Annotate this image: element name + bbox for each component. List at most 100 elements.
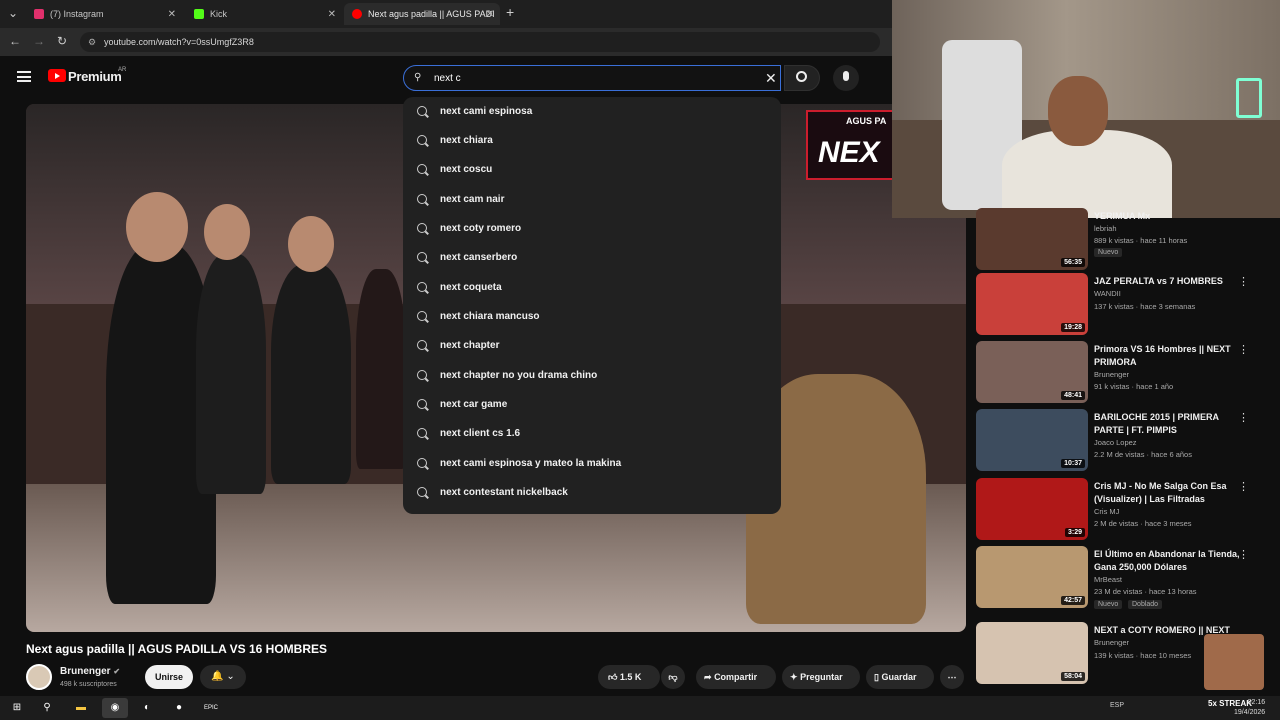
channel-name[interactable]: Brunenger ✔ — [60, 666, 120, 677]
menu-icon[interactable] — [17, 71, 31, 82]
video-thumbnail[interactable]: 42:57 — [976, 546, 1088, 608]
recommendation-item[interactable]: 19:28 JAZ PERALTA vs 7 HOMBRES WANDII 13… — [976, 273, 1276, 337]
search-icon — [417, 370, 427, 380]
ask-button[interactable]: ✦ Preguntar — [782, 665, 860, 689]
video-thumbnail[interactable]: 56:35 — [976, 208, 1088, 270]
save-button[interactable]: ▯ Guardar — [866, 665, 934, 689]
suggestion-item[interactable]: next chapter — [403, 332, 781, 361]
instagram-icon — [34, 9, 44, 19]
suggestion-item[interactable]: next canserbero — [403, 244, 781, 273]
recommendation-title[interactable]: YERIMUA Mx — [1094, 210, 1244, 223]
suggestion-item[interactable]: next chiara mancuso — [403, 303, 781, 332]
notifications-button[interactable]: 🔔 ⌄ — [200, 665, 246, 689]
search-icon — [417, 282, 427, 292]
join-button[interactable]: Unirse — [145, 665, 193, 689]
brand-label[interactable]: Premium — [68, 69, 122, 84]
video-figure — [196, 254, 266, 494]
epic-games-icon[interactable]: EPIC — [198, 698, 224, 718]
recommendation-title[interactable]: BARILOCHE 2015 | PRIMERA PARTE | FT. PIM… — [1094, 411, 1244, 437]
video-thumbnail[interactable]: 3:29 — [976, 478, 1088, 540]
tab-kick[interactable]: Kick ✕ — [186, 3, 342, 25]
new-tab-button[interactable]: + — [506, 4, 514, 20]
close-tab-icon[interactable]: ✕ — [486, 9, 494, 20]
recommendation-item[interactable]: 48:41 Primora VS 16 Hombres || NEXT PRIM… — [976, 341, 1276, 405]
close-tab-icon[interactable]: ✕ — [328, 9, 336, 20]
recommendation-title[interactable]: JAZ PERALTA vs 7 HOMBRES — [1094, 275, 1244, 288]
video-thumbnail[interactable]: 58:04 — [976, 622, 1088, 684]
dubbed-badge: Doblado — [1128, 600, 1163, 609]
voice-search-button[interactable] — [833, 65, 859, 91]
obs-icon[interactable]: ● — [166, 698, 192, 718]
search-icon[interactable]: ⚲ — [34, 698, 60, 718]
recommendation-item[interactable]: 10:37 BARILOCHE 2015 | PRIMERA PARTE | F… — [976, 409, 1276, 473]
close-tab-icon[interactable]: ✕ — [168, 9, 176, 20]
suggestion-item[interactable]: next chiara — [403, 127, 781, 156]
recommendation-channel[interactable]: Joaco Lopez — [1094, 438, 1137, 447]
recommendation-title[interactable]: Primora VS 16 Hombres || NEXT PRIMORA — [1094, 343, 1244, 369]
search-button[interactable] — [784, 65, 820, 91]
youtube-logo-icon[interactable] — [48, 69, 66, 82]
share-button[interactable]: ➦ Compartir — [696, 665, 776, 689]
video-thumbnail[interactable]: 10:37 — [976, 409, 1088, 471]
more-options-icon[interactable]: ⋮ — [1238, 343, 1249, 356]
site-info-icon[interactable]: ⚙ — [88, 32, 96, 52]
search-icon — [417, 223, 427, 233]
suggestion-item[interactable]: next client cs 1.6 — [403, 420, 781, 449]
video-thumbnail[interactable]: 48:41 — [976, 341, 1088, 403]
recommendation-title[interactable]: El Último en Abandonar la Tienda, Gana 2… — [1094, 548, 1244, 574]
tab-youtube[interactable]: Next agus padilla || AGUS PADI ✕ — [344, 3, 500, 25]
recommendation-item[interactable]: 3:29 Cris MJ - No Me Salga Con Esa (Visu… — [976, 478, 1276, 542]
recommendation-channel[interactable]: lebriah — [1094, 224, 1117, 233]
like-button[interactable]: 👍︎ 1.5 K — [598, 665, 660, 689]
video-thumbnail[interactable]: 19:28 — [976, 273, 1088, 335]
recommendation-channel[interactable]: MrBeast — [1094, 575, 1122, 584]
suggestion-item[interactable]: next coscu — [403, 156, 781, 185]
more-options-icon[interactable]: ⋮ — [1238, 480, 1249, 493]
suggestion-item[interactable]: next coqueta — [403, 274, 781, 303]
search-icon: ⚲ — [414, 72, 422, 83]
reload-icon[interactable]: ↻ — [57, 34, 67, 48]
suggestion-item[interactable]: next chapter no you drama chino — [403, 362, 781, 391]
more-options-icon[interactable]: ⋮ — [1238, 548, 1249, 561]
tab-instagram[interactable]: (7) Instagram ✕ — [26, 3, 182, 25]
recommendation-item[interactable]: 56:35 YERIMUA Mx lebriah 889 k vistas · … — [976, 208, 1276, 272]
suggestion-item[interactable]: next coty romero — [403, 215, 781, 244]
more-options-icon[interactable]: ⋮ — [1238, 411, 1249, 424]
language-indicator[interactable]: ESP — [1110, 702, 1124, 709]
video-figure-head — [126, 192, 188, 262]
subscriber-count: 498 k suscriptores — [60, 681, 117, 688]
more-options-icon[interactable]: ⋮ — [1238, 275, 1249, 288]
tab-search-chevron-icon[interactable]: ⌄ — [8, 6, 18, 20]
recommendation-channel[interactable]: WANDII — [1094, 289, 1121, 298]
suggestion-item[interactable]: next cami espinosa — [403, 98, 781, 127]
search-icon — [417, 340, 427, 350]
file-explorer-icon[interactable]: ▬ — [68, 698, 94, 718]
windows-taskbar: ⊞ ⚲ ▬ ◉ ◐ ● EPIC ESP 5x STREAK 02:16 19/… — [0, 696, 1280, 720]
url-field[interactable]: ⚙ youtube.com/watch?v=0ssUmgfZ3R8 — [80, 32, 880, 52]
tab-title: Next agus padilla || AGUS PADI — [368, 9, 495, 19]
forward-icon[interactable]: → — [33, 34, 45, 48]
search-icon — [417, 194, 427, 204]
back-icon[interactable]: ← — [9, 34, 21, 48]
recommendation-title[interactable]: Cris MJ - No Me Salga Con Esa (Visualize… — [1094, 480, 1244, 506]
dislike-button[interactable]: 👎︎ — [661, 665, 685, 689]
windows-start-icon[interactable]: ⊞ — [4, 698, 30, 718]
search-box[interactable]: ⚲ ✕ — [403, 65, 781, 91]
suggestion-item[interactable]: next car game — [403, 391, 781, 420]
recommendation-channel[interactable]: Brunenger — [1094, 638, 1129, 647]
chrome-icon[interactable]: ◉ — [102, 698, 128, 718]
suggestion-item[interactable]: next cami espinosa y mateo la makina — [403, 450, 781, 479]
channel-avatar[interactable] — [26, 664, 52, 690]
recommendation-channel[interactable]: Brunenger — [1094, 370, 1129, 379]
clear-search-icon[interactable]: ✕ — [765, 70, 777, 87]
new-badge: Nuevo — [1094, 600, 1123, 609]
webcam-person-head — [1048, 76, 1108, 146]
recommendation-item[interactable]: 42:57 El Último en Abandonar la Tienda, … — [976, 546, 1276, 610]
discord-icon[interactable]: ◐ — [134, 698, 160, 718]
suggestion-item[interactable]: next contestant nickelback — [403, 479, 781, 508]
system-clock[interactable]: 02:16 19/4/2026 — [1234, 698, 1265, 718]
suggestion-item[interactable]: next cam nair — [403, 186, 781, 215]
search-input[interactable] — [434, 70, 754, 87]
more-actions-button[interactable]: ⋯ — [940, 665, 964, 689]
recommendation-channel[interactable]: Cris MJ — [1094, 507, 1119, 516]
